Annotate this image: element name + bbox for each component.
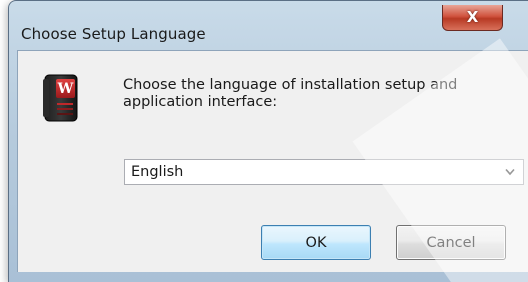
close-button[interactable]: X — [442, 5, 503, 31]
app-icon-letter: W — [57, 81, 74, 97]
title-bar[interactable]: Choose Setup Language X — [9, 1, 528, 45]
language-select-value: English — [131, 164, 184, 180]
chevron-down-icon[interactable] — [505, 168, 515, 176]
language-select[interactable]: English — [124, 159, 524, 185]
window-title: Choose Setup Language — [21, 25, 206, 43]
ok-button[interactable]: OK — [261, 225, 371, 260]
close-icon: X — [466, 8, 479, 26]
language-prompt: Choose the language of installation setu… — [123, 77, 458, 110]
dialog-body: W Choose the language of installation se… — [17, 50, 528, 272]
setup-language-dialog: Choose Setup Language X W Choose the lan… — [8, 0, 528, 282]
app-icon: W — [43, 74, 78, 122]
cancel-button[interactable]: Cancel — [396, 225, 506, 260]
